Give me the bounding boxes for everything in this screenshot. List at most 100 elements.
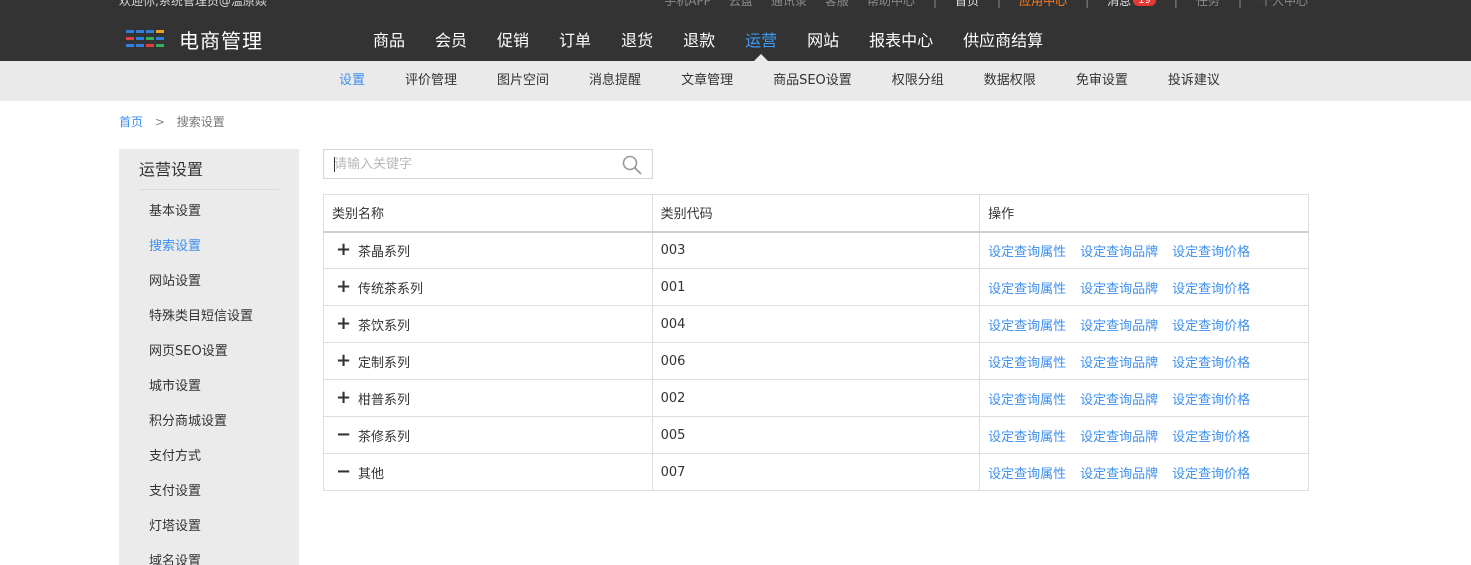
main-nav-item[interactable]: 退款 bbox=[668, 21, 730, 61]
main-nav-item[interactable]: 会员 bbox=[420, 21, 482, 61]
sub-nav-item[interactable]: 设置 bbox=[319, 61, 385, 101]
collapse-icon[interactable]: − bbox=[336, 426, 351, 444]
category-name: 茶晶系列 bbox=[358, 244, 411, 260]
set-query-prices-link[interactable]: 设定查询价格 bbox=[1172, 282, 1250, 297]
sidebar-item[interactable]: 网站设置 bbox=[149, 264, 253, 299]
sidebar-item[interactable]: 域名设置 bbox=[149, 544, 253, 565]
set-query-prices-link[interactable]: 设定查询价格 bbox=[1172, 356, 1250, 371]
main-nav-item[interactable]: 运营 bbox=[730, 21, 792, 61]
main-nav-item[interactable]: 订单 bbox=[544, 21, 606, 61]
cell-actions: 设定查询属性 设定查询品牌 设定查询价格 bbox=[979, 268, 1309, 306]
sidebar-item[interactable]: 基本设置 bbox=[149, 194, 253, 229]
sidebar-item[interactable]: 积分商城设置 bbox=[149, 404, 253, 439]
sidebar-item[interactable]: 支付方式 bbox=[149, 439, 253, 474]
expand-icon[interactable]: + bbox=[336, 241, 351, 259]
sidebar-item[interactable]: 城市设置 bbox=[149, 369, 253, 404]
brand-name: 电商管理 bbox=[179, 29, 263, 53]
set-query-prices-link[interactable]: 设定查询价格 bbox=[1172, 467, 1250, 482]
set-query-brands-link[interactable]: 设定查询品牌 bbox=[1080, 282, 1158, 297]
table-header-row: 类别名称 类别代码 操作 bbox=[323, 194, 1309, 233]
set-query-brands-link[interactable]: 设定查询品牌 bbox=[1080, 393, 1158, 408]
set-query-brands-link[interactable]: 设定查询品牌 bbox=[1080, 430, 1158, 445]
search-input[interactable] bbox=[324, 150, 614, 178]
sub-nav-item[interactable]: 文章管理 bbox=[661, 61, 753, 101]
expand-icon[interactable]: + bbox=[336, 278, 351, 296]
set-query-prices-link[interactable]: 设定查询价格 bbox=[1172, 245, 1250, 260]
breadcrumb-current: 搜索设置 bbox=[176, 115, 225, 129]
cell-category-code: 007 bbox=[651, 453, 981, 491]
main-nav-item[interactable]: 促销 bbox=[482, 21, 544, 61]
utility-link[interactable]: 首页 bbox=[955, 0, 979, 9]
main-nav-item[interactable]: 报表中心 bbox=[854, 21, 948, 61]
category-name: 定制系列 bbox=[358, 355, 411, 371]
set-query-attributes-link[interactable]: 设定查询属性 bbox=[988, 430, 1066, 445]
sub-nav-item[interactable]: 免审设置 bbox=[1056, 61, 1148, 101]
header-category-code: 类别代码 bbox=[651, 194, 981, 233]
collapse-icon[interactable]: − bbox=[336, 463, 351, 481]
set-query-prices-link[interactable]: 设定查询价格 bbox=[1172, 393, 1250, 408]
utility-link[interactable]: 应用中心 bbox=[1019, 0, 1067, 9]
table-row: + 定制系列 006 设定查询属性 设定查询品牌 设定查询价格 bbox=[323, 342, 1309, 380]
logo-block bbox=[146, 29, 154, 33]
sub-nav-item[interactable]: 权限分组 bbox=[872, 61, 964, 101]
expand-icon[interactable]: + bbox=[336, 389, 351, 407]
logo-block bbox=[126, 36, 134, 40]
table-row: + 茶晶系列 003 设定查询属性 设定查询品牌 设定查询价格 bbox=[323, 231, 1309, 269]
cell-actions: 设定查询属性 设定查询品牌 设定查询价格 bbox=[979, 453, 1309, 491]
sidebar: 运营设置 基本设置 搜索设置 网站设置 特殊类目短信设置 网页SEO设置 城市设置 积分商城… bbox=[119, 149, 299, 565]
set-query-attributes-link[interactable]: 设定查询属性 bbox=[988, 393, 1066, 408]
sub-nav-item[interactable]: 评价管理 bbox=[385, 61, 477, 101]
utility-link[interactable]: 帮助中心 bbox=[867, 0, 915, 9]
sidebar-item[interactable]: 网页SEO设置 bbox=[149, 334, 253, 369]
sub-nav-item[interactable]: 图片空间 bbox=[477, 61, 569, 101]
set-query-attributes-link[interactable]: 设定查询属性 bbox=[988, 319, 1066, 334]
utility-link[interactable]: 个人中心 bbox=[1260, 0, 1308, 9]
utility-separator: | bbox=[932, 0, 937, 8]
set-query-attributes-link[interactable]: 设定查询属性 bbox=[988, 245, 1066, 260]
utility-link[interactable]: 任务 bbox=[1196, 0, 1220, 9]
sub-nav-item[interactable]: 投诉建议 bbox=[1148, 61, 1240, 101]
logo-block bbox=[136, 43, 144, 47]
table-row: + 茶饮系列 004 设定查询属性 设定查询品牌 设定查询价格 bbox=[323, 305, 1309, 343]
set-query-brands-link[interactable]: 设定查询品牌 bbox=[1080, 319, 1158, 334]
expand-icon[interactable]: + bbox=[336, 315, 351, 333]
set-query-prices-link[interactable]: 设定查询价格 bbox=[1172, 319, 1250, 334]
set-query-attributes-link[interactable]: 设定查询属性 bbox=[988, 282, 1066, 297]
sidebar-item[interactable]: 特殊类目短信设置 bbox=[149, 299, 253, 334]
main-nav-item[interactable]: 商品 bbox=[358, 21, 420, 61]
breadcrumb-separator: > bbox=[154, 115, 165, 129]
set-query-brands-link[interactable]: 设定查询品牌 bbox=[1080, 467, 1158, 482]
set-query-brands-link[interactable]: 设定查询品牌 bbox=[1080, 245, 1158, 260]
cell-category-name: + 柑普系列 bbox=[323, 379, 653, 417]
sub-nav-item[interactable]: 数据权限 bbox=[964, 61, 1056, 101]
utility-separator: | bbox=[1173, 0, 1178, 8]
utility-link[interactable]: 消息 bbox=[1107, 0, 1131, 9]
welcome-text: 欢迎你,系统管理员@温原焱 bbox=[119, 0, 267, 8]
category-name: 其他 bbox=[358, 466, 385, 482]
search-icon[interactable] bbox=[621, 154, 643, 176]
cell-category-name: + 茶饮系列 bbox=[323, 305, 653, 343]
sidebar-item[interactable]: 支付设置 bbox=[149, 474, 253, 509]
set-query-attributes-link[interactable]: 设定查询属性 bbox=[988, 467, 1066, 482]
brand-logo[interactable]: 电商管理 bbox=[126, 25, 263, 54]
set-query-brands-link[interactable]: 设定查询品牌 bbox=[1080, 356, 1158, 371]
main-nav-item[interactable]: 退货 bbox=[606, 21, 668, 61]
sub-nav-item[interactable]: 商品SEO设置 bbox=[753, 61, 872, 101]
sub-nav: 设置 评价管理 图片空间 消息提醒 文章管理 商品SEO设置 权限分组 数据权限 免审设置 投诉建… bbox=[0, 61, 1471, 101]
sidebar-item[interactable]: 搜索设置 bbox=[149, 229, 253, 264]
expand-icon[interactable]: + bbox=[336, 352, 351, 370]
table-row: + 传统茶系列 001 设定查询属性 设定查询品牌 设定查询价格 bbox=[323, 268, 1309, 306]
sidebar-item[interactable]: 灯塔设置 bbox=[149, 509, 253, 544]
logo-block bbox=[136, 29, 144, 33]
set-query-prices-link[interactable]: 设定查询价格 bbox=[1172, 430, 1250, 445]
main-nav-item[interactable]: 网站 bbox=[792, 21, 854, 61]
utility-link[interactable]: 云盘 bbox=[729, 0, 753, 9]
logo-grid-icon bbox=[126, 29, 164, 50]
utility-link[interactable]: 手机APP bbox=[664, 0, 711, 9]
utility-link[interactable]: 通讯录 bbox=[771, 0, 807, 9]
sub-nav-item[interactable]: 消息提醒 bbox=[569, 61, 661, 101]
set-query-attributes-link[interactable]: 设定查询属性 bbox=[988, 356, 1066, 371]
breadcrumb-home-link[interactable]: 首页 bbox=[119, 115, 143, 129]
main-nav-item[interactable]: 供应商结算 bbox=[948, 21, 1058, 61]
utility-link[interactable]: 客服 bbox=[825, 0, 849, 9]
